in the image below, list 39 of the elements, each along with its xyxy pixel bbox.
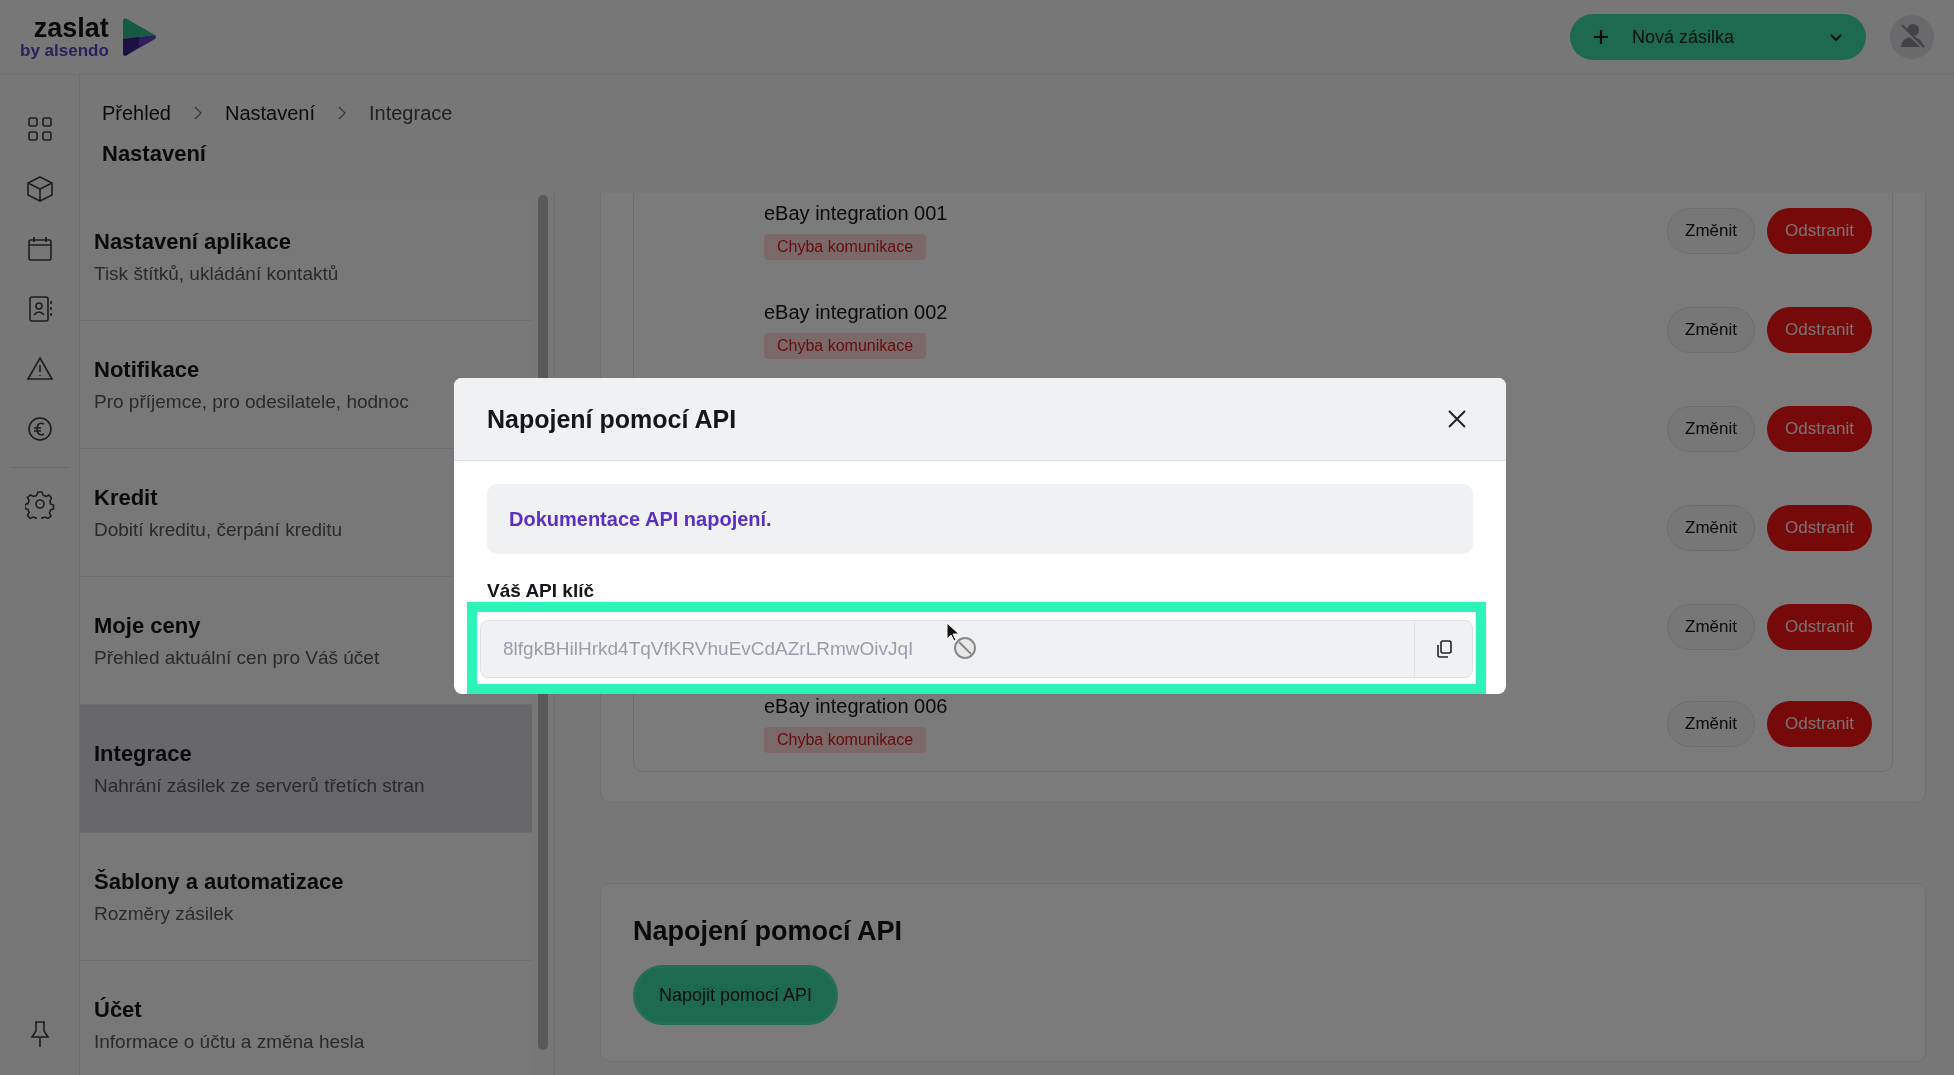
card-title: Napojení pomocí API	[633, 916, 904, 947]
edit-button[interactable]: Změnit	[1667, 700, 1755, 747]
not-allowed-cursor-icon	[945, 622, 979, 662]
logo-wordmark: zaslat	[33, 15, 109, 42]
edit-button[interactable]: Změnit	[1667, 207, 1755, 254]
status-badge: Chyba komunikace	[764, 233, 927, 260]
package-icon[interactable]	[24, 174, 55, 204]
edit-button[interactable]: Změnit	[1667, 603, 1755, 650]
status-badge: Chyba komunikace	[764, 726, 927, 753]
integration-name: eBay integration 006	[764, 694, 948, 718]
integration-name: eBay integration 002	[764, 300, 948, 324]
delete-button[interactable]: Odstranit	[1767, 700, 1872, 747]
status-badge: Chyba komunikace	[764, 332, 927, 359]
breadcrumb-link[interactable]: Přehled	[102, 101, 171, 125]
documentation-link[interactable]: Dokumentace API napojení.	[509, 507, 772, 531]
edit-button[interactable]: Změnit	[1667, 405, 1755, 452]
settings-icon[interactable]	[24, 489, 55, 519]
field-label: Váš API klíč	[487, 580, 596, 602]
delete-button[interactable]: Odstranit	[1767, 207, 1872, 254]
delete-button[interactable]: Odstranit	[1767, 405, 1872, 452]
plus-icon	[1591, 28, 1610, 46]
close-icon[interactable]	[1446, 408, 1468, 430]
api-key-field[interactable]: 8lfgkBHilHrkd4TqVfKRVhuEvCdAZrLRmwOivJqI	[480, 620, 1473, 678]
breadcrumb-link[interactable]: Nastavení	[224, 101, 315, 125]
page-title: Nastavení	[102, 141, 208, 168]
edit-button[interactable]: Změnit	[1667, 504, 1755, 551]
breadcrumb-link[interactable]: Integrace	[369, 101, 453, 125]
new-shipment-button[interactable]: Nová zásilka	[1569, 14, 1866, 60]
logo-tagline: by alsendo	[20, 42, 109, 59]
modal-title: Napojení pomocí API	[487, 404, 737, 434]
avatar-icon[interactable]	[1890, 15, 1934, 59]
connect-api-button[interactable]: Napojit pomocí API	[633, 965, 839, 1025]
edit-button[interactable]: Změnit	[1667, 306, 1755, 353]
delete-button[interactable]: Odstranit	[1767, 504, 1872, 551]
delete-button[interactable]: Odstranit	[1767, 603, 1872, 650]
integration-name: eBay integration 001	[764, 201, 948, 225]
delete-button[interactable]: Odstranit	[1767, 306, 1872, 353]
logo-icon	[120, 17, 157, 57]
copy-icon	[1434, 639, 1453, 659]
